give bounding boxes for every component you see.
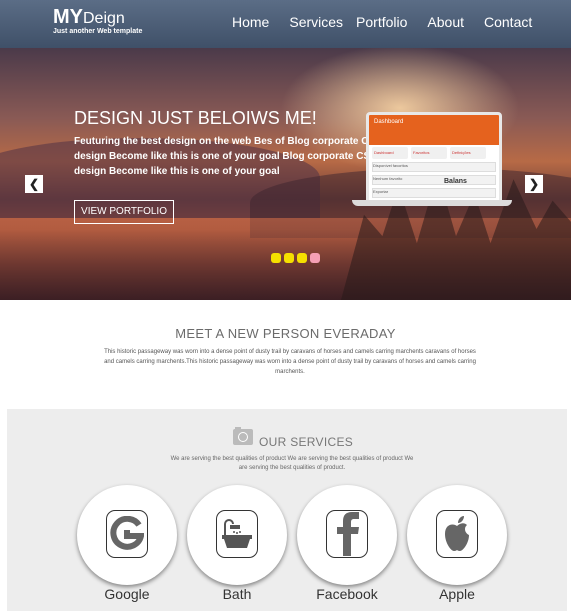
service-apple[interactable] [407,485,507,585]
meet-title: MEET A NEW PERSON EVERADAY [175,326,396,341]
service-label-google: Google [104,586,150,602]
service-bath[interactable] [187,485,287,585]
service-label-apple: Apple [439,586,475,602]
next-slide-button[interactable]: ❯ [525,175,543,193]
prev-slide-button[interactable]: ❮ [25,175,43,193]
site-header: MYDeign Just another Web template Home S… [0,0,571,48]
slider-dot-2[interactable] [284,253,294,263]
service-label-bath: Bath [222,586,252,602]
slider-dot-1[interactable] [271,253,281,263]
hero-title: DESIGN JUST BELOIWS ME! [74,108,317,128]
service-label-facebook: Facebook [316,586,378,602]
slider-dots [271,253,323,263]
camera-icon [233,427,253,445]
services-text: We are serving the best qualities of pro… [170,456,414,471]
nav-services[interactable]: Services [289,14,343,30]
view-portfolio-button[interactable]: VIEW PORTFOLIO [74,200,174,224]
screen-header: Dashboard [369,115,499,145]
nav-contact[interactable]: Contact [484,14,532,30]
google-icon [106,510,148,558]
bath-icon [216,510,258,558]
services-section: OUR SERVICES We are serving the best qua… [7,409,567,611]
services-title: OUR SERVICES [259,435,354,449]
laptop-image: Dashboard Dashboard Favoritos Definições… [352,112,512,210]
laptop-screen: Dashboard Dashboard Favoritos Definições… [366,112,502,206]
facebook-icon [326,510,368,558]
logo-tagline: Just another Web template [53,28,143,35]
laptop-base [352,200,512,206]
meet-text: This historic passageway was worn into a… [104,349,476,375]
logo-text: MYDeign [53,6,125,28]
nav-about[interactable]: About [427,14,464,30]
nav-home[interactable]: Home [232,14,269,30]
nav-portfolio[interactable]: Portfolio [356,14,407,30]
logo[interactable]: MYDeign Just another Web template [53,6,142,35]
main-nav: Home Services Portfolio About Contact [232,14,545,30]
service-facebook[interactable] [297,485,397,585]
service-google[interactable] [77,485,177,585]
hero-slider: DESIGN JUST BELOIWS ME! Feuturing the be… [0,48,571,300]
hero-text: Feuturing the best design on the web Bes… [74,136,382,177]
slider-dot-4[interactable] [310,253,320,263]
slider-dot-3[interactable] [297,253,307,263]
apple-icon [436,510,478,558]
